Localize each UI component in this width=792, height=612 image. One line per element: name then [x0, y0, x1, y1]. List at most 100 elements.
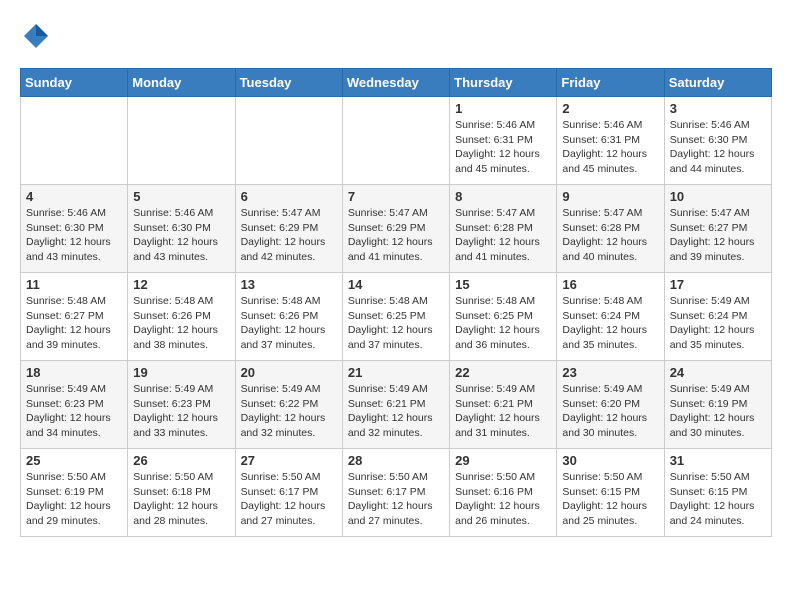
day-number: 19 — [133, 365, 229, 380]
calendar-week-row: 1 Sunrise: 5:46 AM Sunset: 6:31 PM Daylig… — [21, 97, 772, 185]
calendar-cell — [235, 97, 342, 185]
day-info: Sunrise: 5:47 AM Sunset: 6:28 PM Dayligh… — [562, 206, 658, 265]
day-info: Sunrise: 5:50 AM Sunset: 6:16 PM Dayligh… — [455, 470, 551, 529]
calendar-cell: 30 Sunrise: 5:50 AM Sunset: 6:15 PM Dayli… — [557, 449, 664, 537]
calendar-cell: 11Sunrise: 5:48 AM Sunset: 6:27 PM Dayli… — [21, 273, 128, 361]
calendar-cell: 18Sunrise: 5:49 AM Sunset: 6:23 PM Dayli… — [21, 361, 128, 449]
calendar-cell: 14 Sunrise: 5:48 AM Sunset: 6:25 PM Dayli… — [342, 273, 449, 361]
calendar-cell: 2Sunrise: 5:46 AM Sunset: 6:31 PM Daylig… — [557, 97, 664, 185]
calendar-cell: 19 Sunrise: 5:49 AM Sunset: 6:23 PM Dayli… — [128, 361, 235, 449]
day-number: 15 — [455, 277, 551, 292]
calendar-cell: 24 Sunrise: 5:49 AM Sunset: 6:19 PM Dayli… — [664, 361, 771, 449]
day-number: 5 — [133, 189, 229, 204]
calendar-cell: 10 Sunrise: 5:47 AM Sunset: 6:27 PM Dayli… — [664, 185, 771, 273]
logo — [20, 20, 56, 52]
day-info: Sunrise: 5:48 AM Sunset: 6:24 PM Dayligh… — [562, 294, 658, 353]
day-number: 16 — [562, 277, 658, 292]
day-number: 6 — [241, 189, 337, 204]
calendar-week-row: 18 Sunrise: 5:49 AM Sunset: 6:23 PM Dayli… — [21, 361, 772, 449]
calendar-cell — [342, 97, 449, 185]
day-number: 21 — [348, 365, 444, 380]
calendar-week-row: 11Sunrise: 5:48 AM Sunset: 6:27 PM Dayli… — [21, 273, 772, 361]
day-info: Sunrise: 5:50 AM Sunset: 6:17 PM Dayligh… — [241, 470, 337, 529]
day-number: 25 — [26, 453, 122, 468]
weekday-header: Thursday — [450, 69, 557, 97]
day-number: 1 — [455, 101, 551, 116]
day-info: Sunrise: 5:50 AM Sunset: 6:15 PM Dayligh… — [562, 470, 658, 529]
day-info: Sunrise: 5:46 AM Sunset: 6:30 PM Dayligh… — [133, 206, 229, 265]
calendar-cell: 31 Sunrise: 5:50 AM Sunset: 6:15 PM Dayli… — [664, 449, 771, 537]
day-info: Sunrise: 5:50 AM Sunset: 6:18 PM Dayligh… — [133, 470, 229, 529]
calendar-cell: 3Sunrise: 5:46 AM Sunset: 6:30 PM Daylig… — [664, 97, 771, 185]
day-number: 7 — [348, 189, 444, 204]
weekday-header: Tuesday — [235, 69, 342, 97]
weekday-header: Friday — [557, 69, 664, 97]
weekday-header: Wednesday — [342, 69, 449, 97]
day-number: 31 — [670, 453, 766, 468]
day-info: Sunrise: 5:48 AM Sunset: 6:25 PM Dayligh… — [348, 294, 444, 353]
calendar-week-row: 25Sunrise: 5:50 AM Sunset: 6:19 PM Dayli… — [21, 449, 772, 537]
weekday-header-row: SundayMondayTuesdayWednesdayThursdayFrid… — [21, 69, 772, 97]
calendar-cell: 15 Sunrise: 5:48 AM Sunset: 6:25 PM Dayli… — [450, 273, 557, 361]
day-number: 20 — [241, 365, 337, 380]
calendar-cell: 29 Sunrise: 5:50 AM Sunset: 6:16 PM Dayli… — [450, 449, 557, 537]
calendar-cell: 9 Sunrise: 5:47 AM Sunset: 6:28 PM Daylig… — [557, 185, 664, 273]
day-info: Sunrise: 5:47 AM Sunset: 6:28 PM Dayligh… — [455, 206, 551, 265]
page-header — [20, 20, 772, 52]
day-info: Sunrise: 5:49 AM Sunset: 6:22 PM Dayligh… — [241, 382, 337, 441]
calendar-cell: 28Sunrise: 5:50 AM Sunset: 6:17 PM Dayli… — [342, 449, 449, 537]
calendar-cell: 5 Sunrise: 5:46 AM Sunset: 6:30 PM Daylig… — [128, 185, 235, 273]
day-number: 12 — [133, 277, 229, 292]
calendar-cell: 16 Sunrise: 5:48 AM Sunset: 6:24 PM Dayli… — [557, 273, 664, 361]
day-number: 4 — [26, 189, 122, 204]
day-number: 28 — [348, 453, 444, 468]
calendar-cell: 6 Sunrise: 5:47 AM Sunset: 6:29 PM Daylig… — [235, 185, 342, 273]
calendar-cell: 8Sunrise: 5:47 AM Sunset: 6:28 PM Daylig… — [450, 185, 557, 273]
weekday-header: Saturday — [664, 69, 771, 97]
day-info: Sunrise: 5:49 AM Sunset: 6:19 PM Dayligh… — [670, 382, 766, 441]
logo-icon — [20, 20, 52, 52]
calendar-cell: 17 Sunrise: 5:49 AM Sunset: 6:24 PM Dayli… — [664, 273, 771, 361]
day-number: 30 — [562, 453, 658, 468]
day-info: Sunrise: 5:49 AM Sunset: 6:24 PM Dayligh… — [670, 294, 766, 353]
weekday-header: Monday — [128, 69, 235, 97]
day-info: Sunrise: 5:46 AM Sunset: 6:30 PM Dayligh… — [26, 206, 122, 265]
day-info: Sunrise: 5:49 AM Sunset: 6:20 PM Dayligh… — [562, 382, 658, 441]
calendar-cell: 26 Sunrise: 5:50 AM Sunset: 6:18 PM Dayli… — [128, 449, 235, 537]
day-info: Sunrise: 5:49 AM Sunset: 6:21 PM Dayligh… — [455, 382, 551, 441]
day-number: 9 — [562, 189, 658, 204]
day-number: 22 — [455, 365, 551, 380]
calendar-cell: 20 Sunrise: 5:49 AM Sunset: 6:22 PM Dayli… — [235, 361, 342, 449]
calendar-cell: 7Sunrise: 5:47 AM Sunset: 6:29 PM Daylig… — [342, 185, 449, 273]
day-info: Sunrise: 5:48 AM Sunset: 6:26 PM Dayligh… — [133, 294, 229, 353]
day-number: 18 — [26, 365, 122, 380]
day-number: 13 — [241, 277, 337, 292]
day-number: 26 — [133, 453, 229, 468]
calendar-cell: 1 Sunrise: 5:46 AM Sunset: 6:31 PM Daylig… — [450, 97, 557, 185]
day-number: 29 — [455, 453, 551, 468]
day-info: Sunrise: 5:48 AM Sunset: 6:27 PM Dayligh… — [26, 294, 122, 353]
calendar-cell: 25Sunrise: 5:50 AM Sunset: 6:19 PM Dayli… — [21, 449, 128, 537]
day-number: 10 — [670, 189, 766, 204]
day-number: 14 — [348, 277, 444, 292]
day-info: Sunrise: 5:47 AM Sunset: 6:29 PM Dayligh… — [241, 206, 337, 265]
day-number: 24 — [670, 365, 766, 380]
day-info: Sunrise: 5:49 AM Sunset: 6:23 PM Dayligh… — [133, 382, 229, 441]
day-info: Sunrise: 5:50 AM Sunset: 6:15 PM Dayligh… — [670, 470, 766, 529]
day-number: 23 — [562, 365, 658, 380]
calendar-cell: 21 Sunrise: 5:49 AM Sunset: 6:21 PM Dayli… — [342, 361, 449, 449]
day-info: Sunrise: 5:46 AM Sunset: 6:31 PM Dayligh… — [455, 118, 551, 177]
calendar: SundayMondayTuesdayWednesdayThursdayFrid… — [20, 68, 772, 537]
calendar-cell — [21, 97, 128, 185]
day-number: 27 — [241, 453, 337, 468]
day-number: 3 — [670, 101, 766, 116]
calendar-cell: 12 Sunrise: 5:48 AM Sunset: 6:26 PM Dayli… — [128, 273, 235, 361]
calendar-cell — [128, 97, 235, 185]
day-info: Sunrise: 5:47 AM Sunset: 6:27 PM Dayligh… — [670, 206, 766, 265]
day-info: Sunrise: 5:48 AM Sunset: 6:26 PM Dayligh… — [241, 294, 337, 353]
calendar-cell: 23 Sunrise: 5:49 AM Sunset: 6:20 PM Dayli… — [557, 361, 664, 449]
day-info: Sunrise: 5:49 AM Sunset: 6:21 PM Dayligh… — [348, 382, 444, 441]
calendar-cell: 27 Sunrise: 5:50 AM Sunset: 6:17 PM Dayli… — [235, 449, 342, 537]
day-info: Sunrise: 5:48 AM Sunset: 6:25 PM Dayligh… — [455, 294, 551, 353]
day-number: 17 — [670, 277, 766, 292]
